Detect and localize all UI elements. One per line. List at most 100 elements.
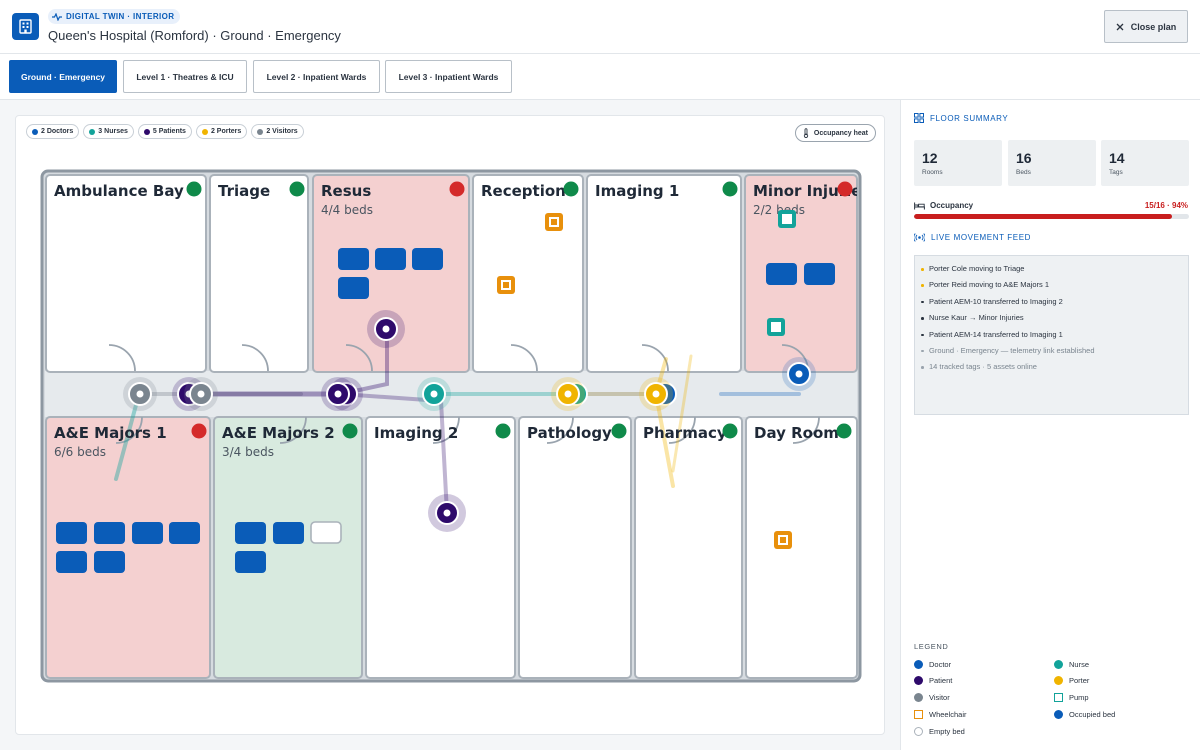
status-dot-reception (563, 181, 579, 197)
stat-value: 14 (1109, 150, 1125, 166)
bed-count-resus: 4/4 beds (321, 203, 373, 217)
stat-value: 12 (922, 150, 938, 166)
room-title-ambulance-bay: Ambulance Bay (54, 182, 184, 200)
tag-filters: 2 Doctors 3 Nurses 5 Patients 2 Porters … (26, 124, 304, 139)
tab-level-3[interactable]: Level 3 · Inpatient Wards (385, 60, 512, 93)
occupied-bed[interactable] (56, 522, 87, 544)
feed-item: 14 tracked tags · 5 assets online (921, 359, 1188, 375)
occupied-bed[interactable] (94, 551, 125, 573)
grid-icon (914, 113, 924, 123)
feed-item: Patient AEM-14 transferred to Imaging 1 (921, 327, 1188, 343)
close-plan-button[interactable]: Close plan (1104, 10, 1188, 43)
patient-marker[interactable] (428, 494, 466, 532)
visitor-marker[interactable] (184, 377, 218, 411)
occupied-bed[interactable] (412, 248, 443, 270)
porter-marker[interactable] (551, 377, 585, 411)
status-dot-triage (289, 181, 305, 197)
doctor-dot-icon (32, 128, 38, 135)
room-imaging-1[interactable] (586, 174, 742, 373)
room-title-ae-majors-1: A&E Majors 1 (54, 424, 167, 442)
room-title-imaging-2: Imaging 2 (374, 424, 458, 442)
filter-visitors[interactable]: 2 Visitors (251, 124, 304, 139)
room-imaging-2[interactable] (365, 416, 516, 679)
empty-bed[interactable] (310, 521, 342, 544)
pump-square-icon (1054, 693, 1063, 702)
filter-patients[interactable]: 5 Patients (137, 124, 192, 139)
room-title-pharmacy: Pharmacy (643, 424, 727, 442)
room-title-triage: Triage (218, 182, 270, 200)
room-title-ae-majors-2: A&E Majors 2 (222, 424, 335, 442)
occupancy-header: Occupancy (914, 201, 973, 210)
legend-wheelchair: Wheelchair (914, 710, 967, 719)
occupied-bed[interactable] (94, 522, 125, 544)
wheelchair-tag[interactable] (545, 213, 563, 231)
occupied-bed[interactable] (56, 551, 87, 573)
filter-label: 3 Nurses (98, 128, 128, 135)
wheelchair-tag[interactable] (497, 276, 515, 294)
doctor-marker[interactable] (782, 357, 816, 391)
filter-label: 5 Patients (152, 128, 186, 135)
occupancy-value: 15/16 · 94% (1144, 201, 1188, 210)
occupancy-heat-toggle[interactable]: Occupancy heat (794, 124, 876, 142)
feed-item: Nurse Kaur → Minor Injuries (921, 310, 1188, 326)
room-triage[interactable] (209, 174, 309, 373)
stat-rooms: 12 Rooms (914, 140, 1002, 186)
room-pharmacy[interactable] (634, 416, 743, 679)
occupied-bed[interactable] (375, 248, 406, 270)
tab-ground-emergency[interactable]: Ground · Emergency (9, 60, 117, 93)
stat-value: 16 (1016, 150, 1032, 166)
room-ambulance-bay[interactable] (45, 174, 207, 373)
filter-porters[interactable]: 2 Porters (195, 124, 248, 139)
status-dot-ae-majors-1 (191, 423, 207, 439)
pulse-icon (52, 12, 62, 21)
floor-summary-header: FLOOR SUMMARY (914, 113, 1008, 123)
occupied-bed[interactable] (338, 277, 369, 299)
movement-feed-header: LIVE MOVEMENT FEED (914, 233, 1031, 242)
tab-level-1[interactable]: Level 1 · Theatres & ICU (123, 60, 247, 93)
room-day-room[interactable] (745, 416, 858, 679)
occupied-bed[interactable] (766, 263, 797, 285)
filter-nurses[interactable]: 3 Nurses (83, 124, 134, 139)
stat-beds: 16 Beds (1008, 140, 1096, 186)
occupied-bed[interactable] (273, 522, 304, 544)
occupied-bed[interactable] (804, 263, 835, 285)
filter-doctors[interactable]: 2 Doctors (26, 124, 80, 139)
occupied-bed[interactable] (132, 522, 163, 544)
bed-icon (914, 202, 925, 209)
page-title: Queen's Hospital (Romford) · Ground · Em… (48, 28, 341, 43)
nurse-marker[interactable] (417, 377, 451, 411)
stat-label: Rooms (922, 169, 943, 176)
pump-tag[interactable] (778, 210, 796, 228)
legend-label: Occupied bed (1069, 710, 1116, 719)
patient-marker[interactable] (367, 310, 405, 348)
patient-dot-icon (914, 676, 923, 685)
feed-item: Patient AEM-10 transferred to Imaging 2 (921, 294, 1188, 310)
status-dot-minor-injuries (837, 181, 853, 197)
legend-pump: Pump (1054, 693, 1089, 702)
status-dot-imaging-1 (722, 181, 738, 197)
movement-feed-title: LIVE MOVEMENT FEED (931, 233, 1032, 242)
legend-occupied-bed: Occupied bed (1054, 710, 1115, 719)
occupied-bed[interactable] (338, 248, 369, 270)
status-dot-resus (449, 181, 465, 197)
legend-title: LEGEND (914, 642, 949, 651)
wheelchair-tag[interactable] (774, 531, 792, 549)
patient-dot-icon (143, 128, 150, 135)
occupied-bed[interactable] (235, 551, 266, 573)
occupied-bed[interactable] (169, 522, 200, 544)
floor-plan: Ambulance Bay Triage Resus Reception Ima… (40, 169, 862, 683)
stat-label: Tags (1109, 169, 1123, 176)
legend-label: Visitor (929, 693, 950, 702)
filter-label: 2 Doctors (41, 128, 74, 135)
patient-marker[interactable] (321, 377, 355, 411)
nurse-dot-icon (1054, 660, 1063, 669)
porter-marker[interactable] (639, 377, 673, 411)
pump-tag[interactable] (767, 318, 785, 336)
occupied-bed[interactable] (235, 522, 266, 544)
room-pathology[interactable] (518, 416, 632, 679)
digital-twin-badge: DIGITAL TWIN · INTERIOR (48, 9, 181, 24)
room-reception[interactable] (472, 174, 584, 373)
room-title-day-room: Day Room (754, 424, 839, 442)
visitor-marker[interactable] (123, 377, 157, 411)
tab-level-2[interactable]: Level 2 · Inpatient Wards (253, 60, 380, 93)
